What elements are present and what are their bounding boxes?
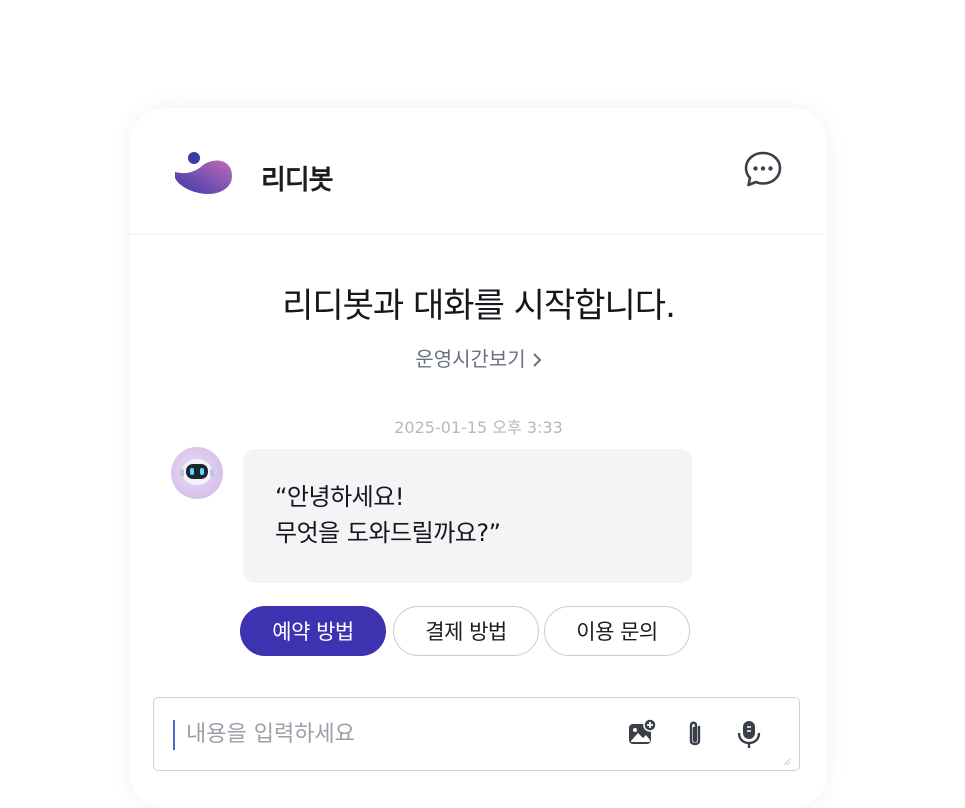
paperclip-icon[interactable] [680, 718, 710, 750]
quick-reply-inquiry[interactable]: 이용 문의 [544, 606, 690, 656]
bot-name: 리디봇 [261, 165, 334, 196]
chatbot-panel: 리디봇 리디봇과 대화를 시작합니다. 운영시간보기 2025-01-15 오후… [130, 108, 827, 808]
message-composer [153, 697, 800, 771]
message-timestamp: 2025-01-15 오후 3:33 [394, 418, 563, 437]
quick-reply-payment[interactable]: 결제 방법 [393, 606, 539, 656]
quick-reply-reservation[interactable]: 예약 방법 [240, 606, 386, 656]
chat-header: 리디봇 [130, 108, 827, 235]
image-upload-icon[interactable] [627, 718, 657, 750]
chevron-right-icon [532, 353, 542, 367]
bot-message-text: “안녕하세요! 무엇을 도와드릴까요?” [275, 479, 501, 551]
resize-handle-icon[interactable] [783, 758, 791, 766]
text-caret [173, 720, 175, 750]
welcome-title: 리디봇과 대화를 시작합니다. [282, 286, 676, 326]
microphone-icon[interactable] [734, 718, 764, 750]
bot-message-line: 무엇을 도와드릴까요?” [275, 519, 501, 547]
ridi-logo-icon [175, 152, 232, 194]
robot-avatar-icon [171, 447, 223, 499]
operating-hours-label: 운영시간보기 [415, 347, 526, 371]
chat-bubble-icon[interactable] [743, 150, 783, 188]
bot-message-line: “안녕하세요! [275, 483, 404, 511]
message-input[interactable] [186, 714, 606, 754]
bot-message-bubble: “안녕하세요! 무엇을 도와드릴까요?” [243, 449, 692, 583]
operating-hours-link[interactable]: 운영시간보기 [130, 343, 827, 372]
